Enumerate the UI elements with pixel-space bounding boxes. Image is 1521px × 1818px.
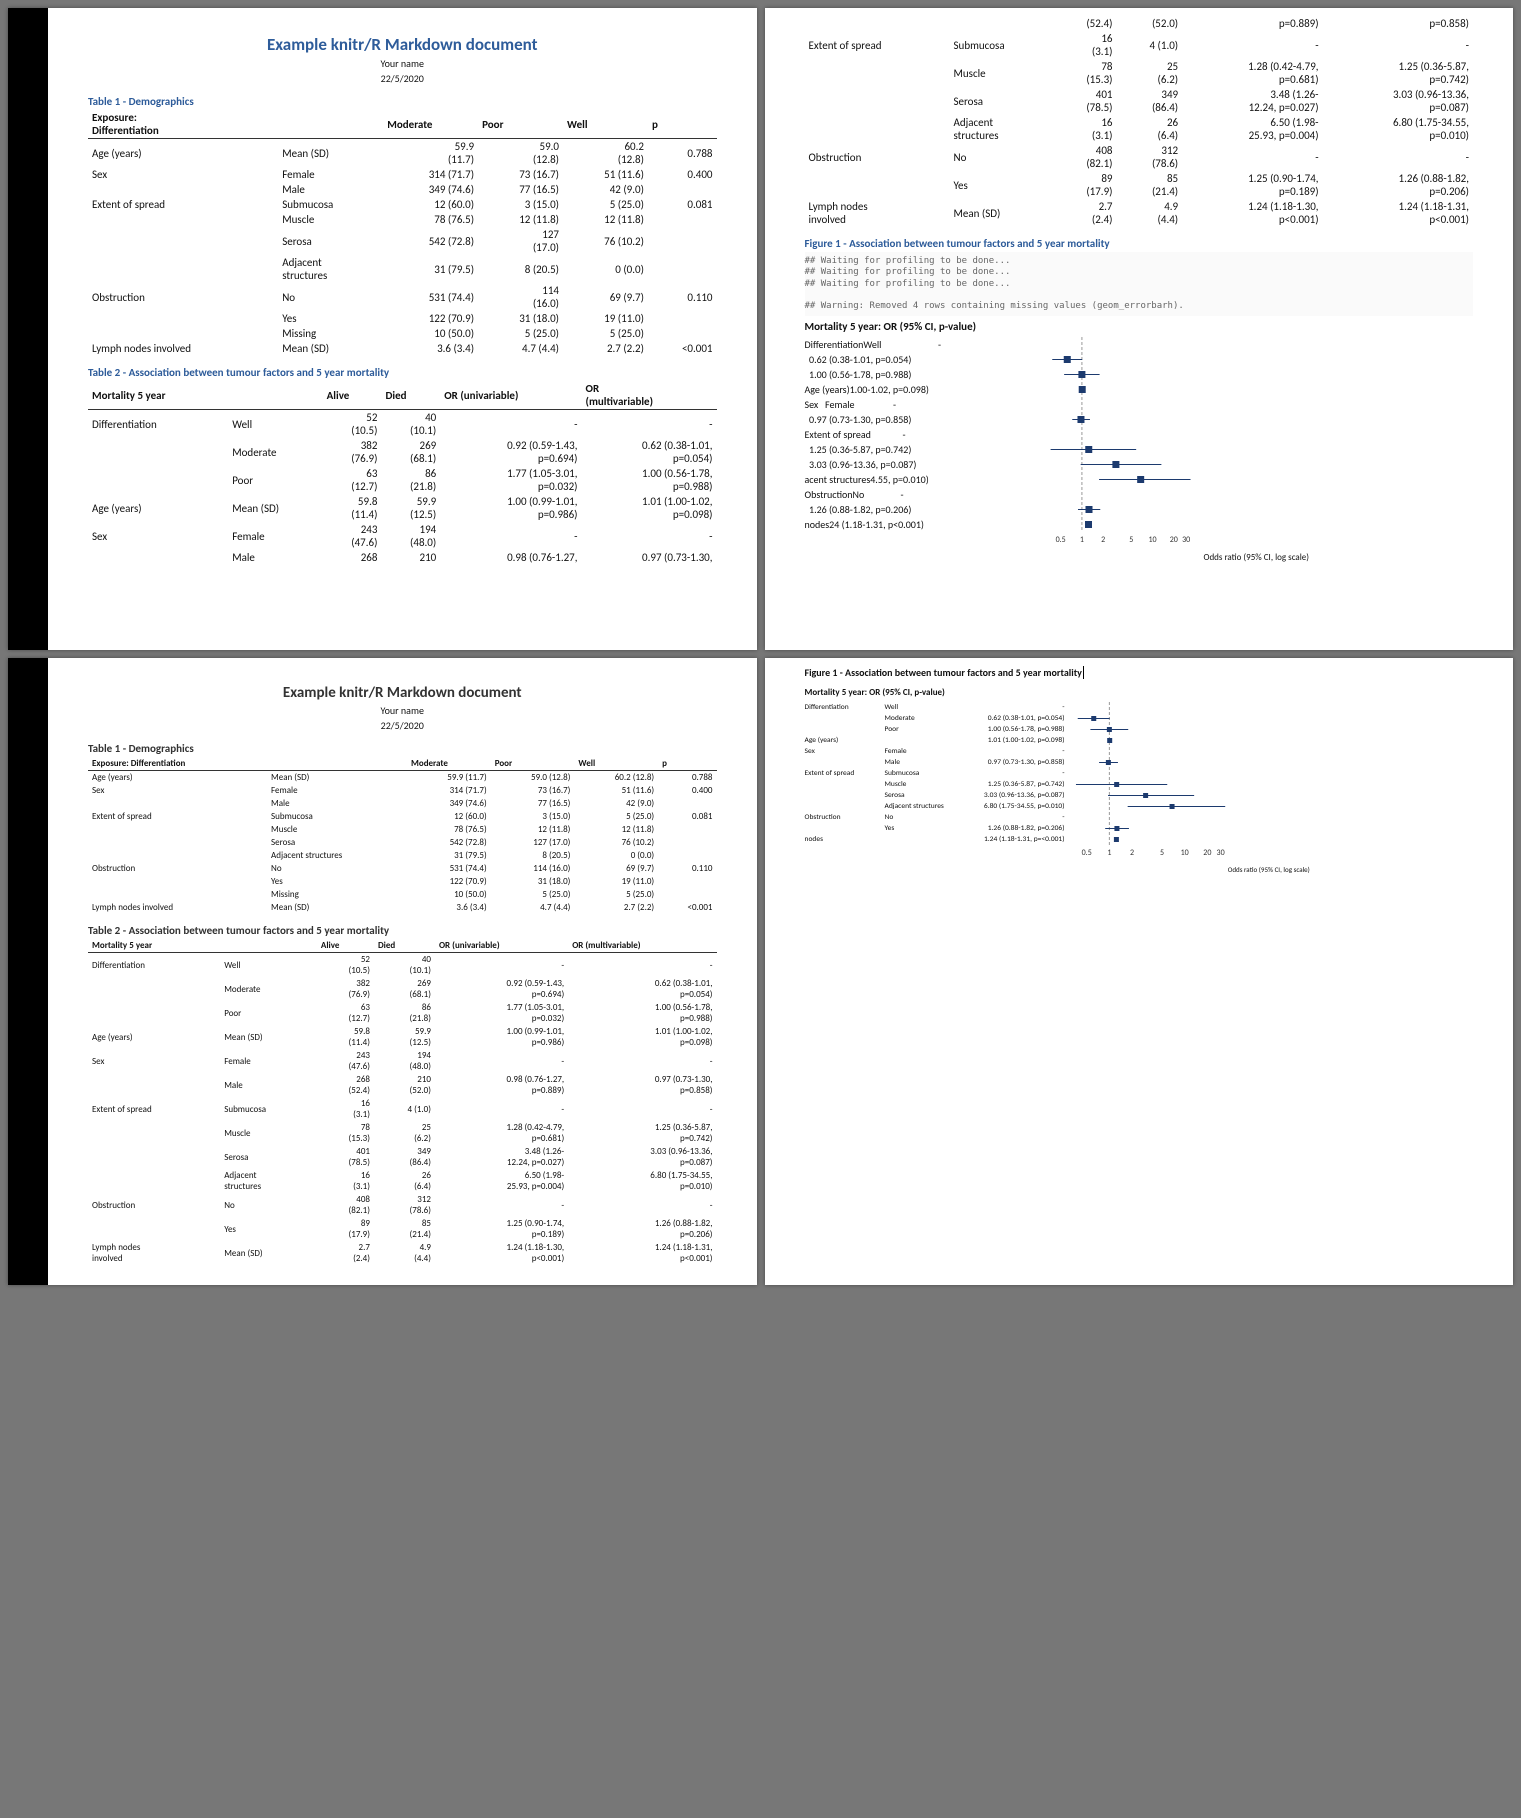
table2-caption: Table 2 - Association between tumour fac… — [88, 366, 717, 379]
doc-title: Example knitr/R Markdown document — [88, 34, 717, 55]
doc-date: 22/5/2020 — [88, 719, 717, 732]
gutter — [8, 658, 48, 1285]
pane-top-right: (52.4)(52.0)p=0.889)p=0.858)Extent of sp… — [765, 8, 1514, 650]
svg-text:20: 20 — [1203, 848, 1211, 858]
figure1-caption: Figure 1 - Association between tumour fa… — [805, 666, 1474, 679]
pane-top-left: Example knitr/R Markdown document Your n… — [8, 8, 757, 650]
table2-caption: Table 2 - Association between tumour fac… — [88, 924, 717, 937]
figure1-caption: Figure 1 - Association between tumour fa… — [805, 237, 1474, 250]
svg-text:0.5: 0.5 — [1055, 535, 1065, 545]
svg-text:1: 1 — [1107, 848, 1111, 858]
table1-small: Exposure: Differentiation ModeratePoor W… — [88, 757, 717, 914]
table1-caption: Table 1 - Demographics — [88, 742, 717, 755]
doc-title: Example knitr/R Markdown document — [88, 684, 717, 702]
table1-caption: Table 1 - Demographics — [88, 95, 717, 108]
svg-text:1: 1 — [1079, 535, 1083, 545]
table1: Exposure: Differentiation ModeratePoor W… — [88, 110, 717, 356]
table2-bottom: (52.4)(52.0)p=0.889)p=0.858)Extent of sp… — [805, 16, 1474, 227]
svg-text:5: 5 — [1159, 848, 1163, 858]
svg-text:5: 5 — [1129, 535, 1133, 545]
forest-plot-large: Mortality 5 year: OR (95% CI, p-value) D… — [805, 320, 1474, 563]
svg-text:20: 20 — [1169, 535, 1177, 545]
svg-text:0.5: 0.5 — [1081, 848, 1091, 858]
r-console-output: ## Waiting for profiling to be done... #… — [805, 252, 1474, 316]
doc-author: Your name — [88, 704, 717, 717]
svg-text:30: 30 — [1216, 848, 1224, 858]
table2-top: Mortality 5 year AliveDied OR (univariab… — [88, 381, 717, 565]
svg-text:2: 2 — [1101, 535, 1105, 545]
pane-bottom-left: Example knitr/R Markdown document Your n… — [8, 658, 757, 1285]
gutter — [8, 8, 48, 650]
table2-small: Mortality 5 year AliveDied OR (univariab… — [88, 939, 717, 1265]
pane-bottom-right: Figure 1 - Association between tumour fa… — [765, 658, 1514, 1285]
forest-plot-small: Mortality 5 year: OR (95% CI, p-value) D… — [805, 687, 1474, 874]
doc-date: 22/5/2020 — [88, 72, 717, 85]
svg-text:10: 10 — [1180, 848, 1188, 858]
doc-author: Your name — [88, 57, 717, 70]
svg-text:10: 10 — [1148, 535, 1156, 545]
svg-text:30: 30 — [1182, 535, 1190, 545]
svg-text:2: 2 — [1130, 848, 1134, 858]
